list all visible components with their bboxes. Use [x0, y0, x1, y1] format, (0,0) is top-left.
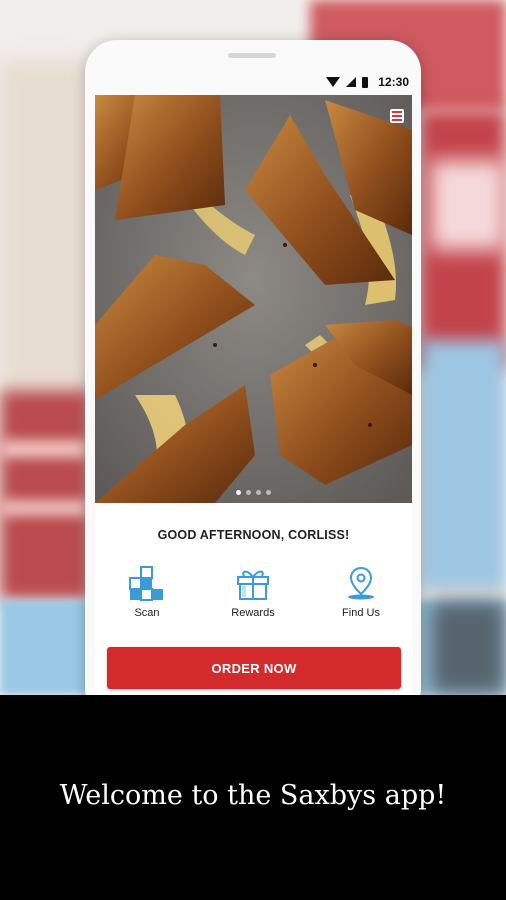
hero-image-carousel[interactable]: [95, 95, 412, 503]
carousel-indicators: [95, 490, 412, 495]
battery-icon: [362, 76, 369, 88]
carousel-dot[interactable]: [266, 490, 271, 495]
order-now-button[interactable]: ORDER NOW: [107, 647, 401, 689]
find-us-button[interactable]: Find Us: [321, 565, 401, 619]
carousel-dot[interactable]: [236, 490, 241, 495]
grilled-cheese-photo: [95, 95, 412, 503]
greeting-text: GOOD AFTERNOON, CORLISS!: [157, 528, 350, 542]
scan-icon: [129, 566, 163, 601]
app-screen: GOOD AFTERNOON, CORLISS! Scan Rewards Fi…: [95, 95, 412, 720]
scan-label: Scan: [134, 607, 160, 619]
status-time: 12:30: [378, 75, 409, 89]
signal-icon: [346, 77, 357, 87]
caption-banner: Welcome to the Saxbys app!: [0, 695, 506, 900]
promo-caption: Welcome to the Saxbys app!: [59, 780, 447, 811]
find-us-label: Find Us: [342, 607, 380, 619]
gift-icon: [237, 570, 269, 600]
phone-speaker: [228, 53, 276, 58]
quick-actions: Scan Rewards Find Us: [95, 565, 412, 635]
status-bar: 12:30: [95, 70, 413, 94]
scan-button[interactable]: Scan: [107, 565, 187, 619]
rewards-label: Rewards: [231, 607, 275, 619]
wifi-icon: [326, 77, 341, 87]
carousel-dot[interactable]: [256, 490, 261, 495]
phone-frame: 12:30 GOOD AFTERNOON, CORLISS! Scan Rewa…: [85, 40, 421, 720]
hamburger-menu-icon[interactable]: [390, 109, 404, 123]
rewards-button[interactable]: Rewards: [213, 565, 293, 619]
carousel-dot[interactable]: [246, 490, 251, 495]
location-pin-icon: [348, 566, 374, 600]
